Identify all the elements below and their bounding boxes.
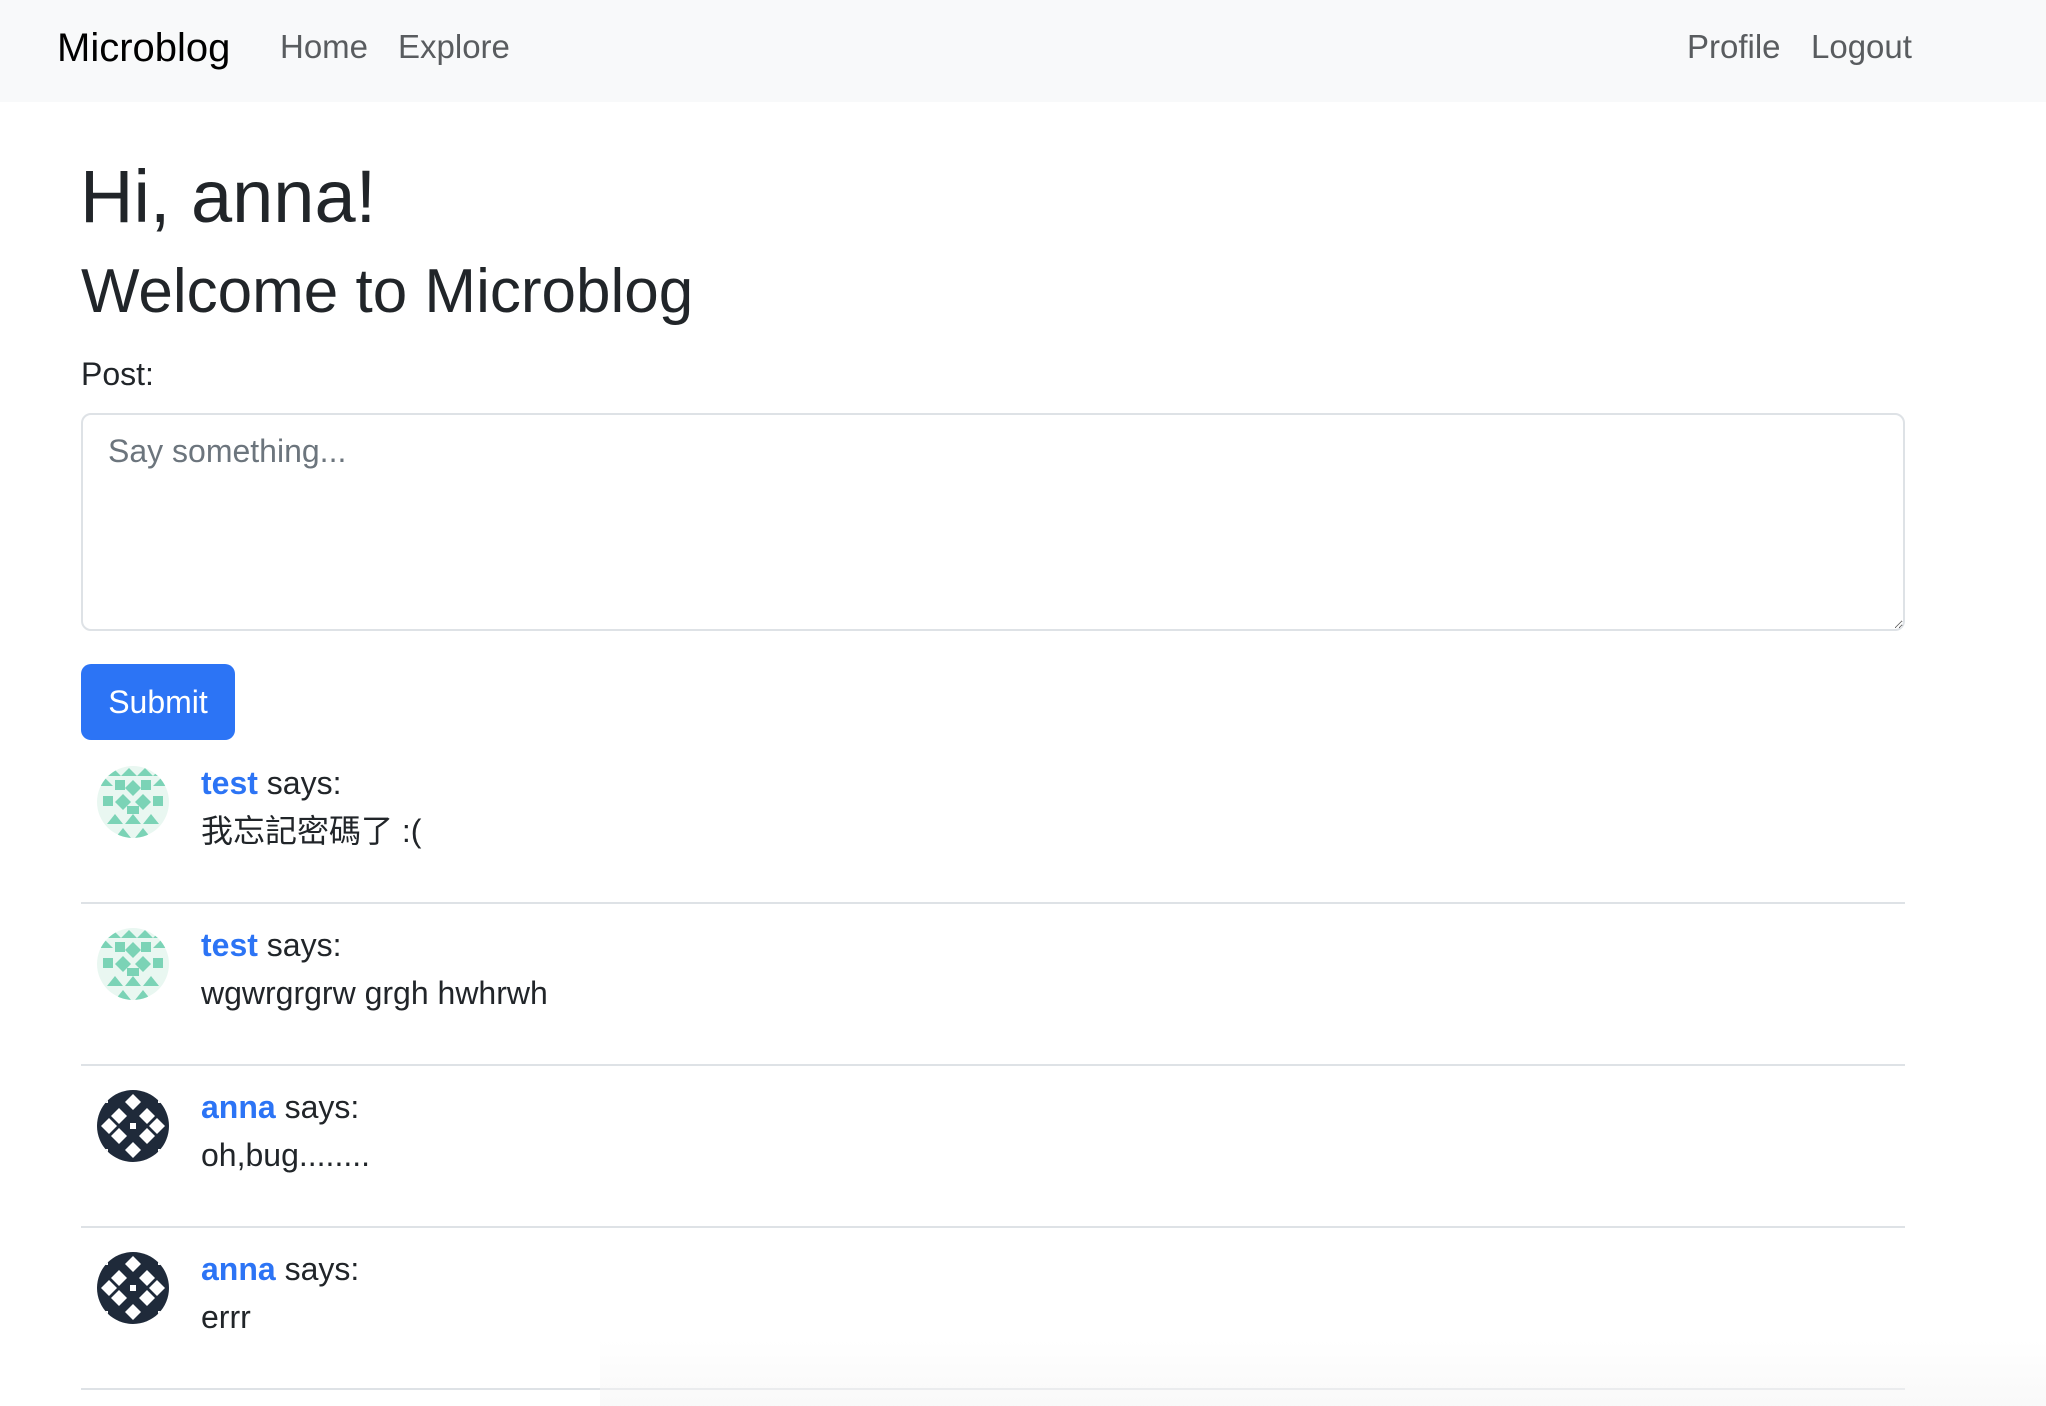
post-body: wgwrgrgrw grgh hwhrwh	[201, 975, 548, 1011]
post-item: anna says: oh,bug........	[81, 1064, 1905, 1228]
nav-home-link[interactable]: Home	[280, 24, 368, 70]
post-textarea[interactable]	[81, 413, 1905, 631]
post-author-link[interactable]: anna	[201, 1089, 276, 1125]
brand-link[interactable]: Microblog	[57, 22, 230, 74]
nav-explore-link[interactable]: Explore	[398, 24, 510, 70]
post-header: test says:	[201, 760, 341, 806]
post-item: test says: wgwrgrgrw grgh hwhrwh	[81, 902, 1905, 1066]
post-label: Post:	[81, 356, 154, 392]
identicon-green-icon[interactable]	[97, 766, 169, 838]
identicon-dark-icon[interactable]	[97, 1090, 169, 1162]
post-says-label: says:	[266, 927, 342, 963]
post-author-link[interactable]: test	[201, 765, 258, 801]
navbar: Microblog Home Explore Profile Logout	[0, 0, 2046, 102]
post-says-label: says:	[266, 765, 342, 801]
post-item: anna says: errr	[81, 1226, 1905, 1390]
identicon-green-icon[interactable]	[97, 928, 169, 1000]
identicon-dark-icon[interactable]	[97, 1252, 169, 1324]
submit-button[interactable]: Submit	[81, 664, 235, 740]
post-body: errr	[201, 1299, 251, 1335]
post-author-link[interactable]: test	[201, 927, 258, 963]
post-body: oh,bug........	[201, 1137, 370, 1173]
post-author-link[interactable]: anna	[201, 1251, 276, 1287]
post-header: anna says:	[201, 1246, 359, 1292]
welcome-heading: Welcome to Microblog	[81, 257, 694, 326]
post-says-label: says:	[284, 1251, 360, 1287]
greeting-heading: Hi, anna!	[80, 155, 377, 238]
post-header: test says:	[201, 922, 341, 968]
nav-logout-link[interactable]: Logout	[1811, 24, 1912, 70]
post-says-label: says:	[284, 1089, 360, 1125]
post-item: test says: 我忘記密碼了 :(	[81, 740, 1905, 904]
nav-profile-link[interactable]: Profile	[1687, 24, 1781, 70]
post-body: 我忘記密碼了 :(	[201, 813, 422, 849]
post-header: anna says:	[201, 1084, 359, 1130]
